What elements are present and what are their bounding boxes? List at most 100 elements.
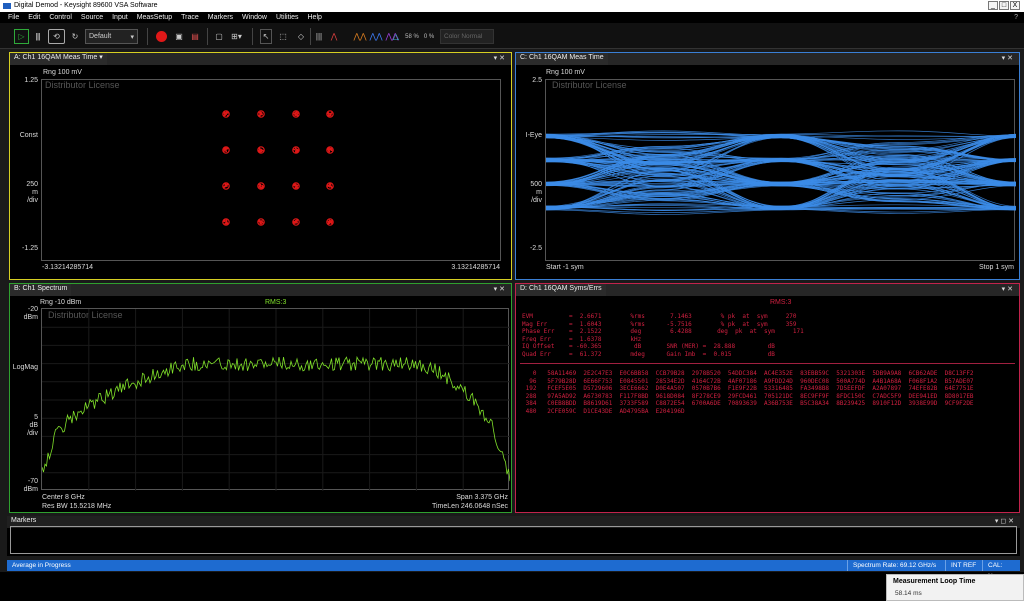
error-row-3: Freq Err = 1.6378 kHz bbox=[522, 335, 642, 343]
menu-utilities[interactable]: Utilities bbox=[276, 14, 299, 21]
restart-icon[interactable]: ⟲ bbox=[48, 29, 65, 44]
menu-input[interactable]: Input bbox=[112, 14, 128, 21]
close-button[interactable]: X bbox=[1010, 1, 1020, 10]
constellation-sample bbox=[296, 219, 298, 222]
range-label-b: Rng -10 dBm bbox=[40, 299, 82, 306]
error-row-1: Mag Err = 1.6043 %rms -5.7516 % pk at sy… bbox=[522, 320, 797, 328]
y-scale-c-div: /div bbox=[531, 197, 542, 204]
menu-markers[interactable]: Markers bbox=[208, 14, 233, 21]
zoom-icon[interactable]: ⬚ bbox=[277, 29, 289, 44]
menu-trace[interactable]: Trace bbox=[181, 14, 199, 21]
constellation-sample bbox=[223, 111, 226, 114]
constellation-sample bbox=[258, 150, 261, 153]
constellation-sample bbox=[261, 185, 264, 188]
y-top-b-value: -20 bbox=[27, 306, 38, 313]
pause-icon[interactable]: || bbox=[33, 29, 43, 44]
markers-controls[interactable]: ▾ ◻ ✕ bbox=[995, 517, 1014, 525]
error-row-2: Phase Err = 2.1522 deg 6.4288 deg pk at … bbox=[522, 328, 804, 335]
maximize-button[interactable]: □ bbox=[999, 1, 1009, 10]
minimize-button[interactable]: _ bbox=[988, 1, 998, 10]
constellation-sample bbox=[226, 185, 228, 187]
play-icon[interactable]: ▷ bbox=[14, 29, 29, 44]
constellation-sample bbox=[294, 187, 297, 189]
chevron-down-icon: ▾ bbox=[130, 33, 134, 41]
triangle-icon[interactable]: △ bbox=[389, 29, 403, 44]
y-scale-a-unit: m bbox=[32, 189, 38, 196]
constellation-plot[interactable]: Distributor License bbox=[41, 79, 501, 261]
rms-label-b: RMS:3 bbox=[265, 299, 287, 306]
menu-help[interactable]: Help bbox=[308, 14, 322, 21]
res-bw: Res BW 15.5218 MHz bbox=[42, 503, 112, 510]
color-mode-field[interactable]: Color Normal bbox=[440, 29, 494, 44]
constellation-sample bbox=[295, 148, 297, 151]
recall-icon[interactable]: ▤ bbox=[189, 29, 201, 44]
spectrum-plot[interactable]: Distributor License bbox=[41, 308, 510, 491]
bars-icon[interactable]: ||| bbox=[313, 29, 325, 44]
tab-panel-b[interactable]: B: Ch1 Spectrum bbox=[10, 284, 72, 296]
eye-plot[interactable]: Distributor License bbox=[545, 79, 1016, 261]
sample-rate[interactable]: Spectrum Rate: 69.12 GHz/s bbox=[847, 560, 941, 571]
range-label-a: Rng 100 mV bbox=[43, 69, 82, 76]
marker-select-icon[interactable]: ▢ bbox=[213, 29, 225, 44]
constellation-sample bbox=[259, 114, 261, 117]
y-bottom-c: -2.5 bbox=[529, 245, 542, 252]
constellation-sample bbox=[330, 147, 333, 150]
camera-icon[interactable]: ▣ bbox=[173, 29, 185, 44]
constellation-sample bbox=[329, 220, 332, 222]
percent-1: 58 % bbox=[405, 33, 419, 40]
y-top-a: 1.25 bbox=[24, 77, 38, 84]
constellation-sample bbox=[327, 111, 329, 114]
constellation-sample bbox=[328, 114, 330, 117]
diamond-icon[interactable]: ◇ bbox=[295, 29, 307, 44]
constellation-sample bbox=[223, 220, 226, 222]
constellation-sample bbox=[327, 223, 329, 225]
y-scale-a-div: /div bbox=[27, 197, 38, 204]
constellation-sample bbox=[225, 221, 227, 224]
tooltip-value: 58.14 ms bbox=[895, 590, 922, 597]
menu-meassetup[interactable]: MeasSetup bbox=[137, 14, 172, 21]
record-icon[interactable] bbox=[155, 29, 167, 44]
tooltip-title: Measurement Loop Time bbox=[893, 578, 976, 585]
title-bar: Digital Demod - Keysight 89600 VSA Softw… bbox=[0, 0, 1024, 12]
spectrum-icon[interactable]: ⋀⋀ bbox=[353, 29, 367, 44]
spectrum-svg bbox=[42, 309, 510, 491]
cal-status[interactable]: CAL: None bbox=[982, 560, 1020, 580]
app-icon bbox=[3, 3, 11, 9]
ref-status[interactable]: INT REF bbox=[945, 560, 981, 571]
y-scale-b-unit: dB bbox=[29, 422, 38, 429]
tab-panel-c[interactable]: C: Ch1 16QAM Meas Time bbox=[516, 53, 608, 65]
constellation-sample bbox=[259, 111, 262, 114]
menu-file[interactable]: File bbox=[8, 14, 19, 21]
constellation-sample bbox=[327, 220, 330, 223]
menu-control[interactable]: Control bbox=[49, 14, 72, 21]
constellation-svg bbox=[222, 110, 334, 226]
waterfall-icon[interactable]: ⋀⋀ bbox=[369, 29, 383, 44]
panel-d-controls[interactable]: ▾ ✕ bbox=[1002, 285, 1013, 293]
tab-panel-a[interactable]: A: Ch1 16QAM Meas Time ▾ bbox=[10, 53, 107, 65]
constellation-sample bbox=[261, 149, 264, 152]
span: Span 3.375 GHz bbox=[456, 494, 508, 501]
preset-dropdown[interactable]: Default ▾ bbox=[85, 29, 138, 44]
constellation-sample bbox=[261, 113, 263, 116]
grid-icon[interactable]: ⊞▾ bbox=[229, 29, 244, 44]
constellation-sample bbox=[330, 186, 333, 189]
markers-table[interactable] bbox=[10, 526, 1017, 554]
error-row-4: IQ Offset = -60.365 dB SNR (MER) = 28.88… bbox=[522, 343, 775, 350]
panel-b-controls[interactable]: ▾ ✕ bbox=[494, 285, 505, 293]
menu-window[interactable]: Window bbox=[242, 14, 267, 21]
single-icon[interactable]: ↻ bbox=[69, 29, 81, 44]
x-right-c: Stop 1 sym bbox=[978, 264, 1014, 271]
tab-panel-d[interactable]: D: Ch1 16QAM Syms/Errs bbox=[516, 284, 606, 296]
menu-source[interactable]: Source bbox=[81, 14, 103, 21]
help-icon[interactable]: ? bbox=[1014, 14, 1018, 21]
marker-peak-icon[interactable]: ⋀ bbox=[327, 29, 341, 44]
pointer-icon[interactable]: ↖ bbox=[260, 29, 272, 44]
menu-edit[interactable]: Edit bbox=[28, 14, 40, 21]
rms-label-d: RMS:3 bbox=[770, 299, 792, 306]
panel-a-controls[interactable]: ▾ ✕ bbox=[494, 54, 505, 62]
constellation-sample bbox=[329, 114, 332, 117]
panel-c-eye: C: Ch1 16QAM Meas Time ▾ ✕ Rng 100 mV Di… bbox=[515, 52, 1020, 280]
constellation-sample bbox=[329, 183, 332, 186]
panel-c-controls[interactable]: ▾ ✕ bbox=[1002, 54, 1013, 62]
constellation-sample bbox=[226, 111, 229, 114]
